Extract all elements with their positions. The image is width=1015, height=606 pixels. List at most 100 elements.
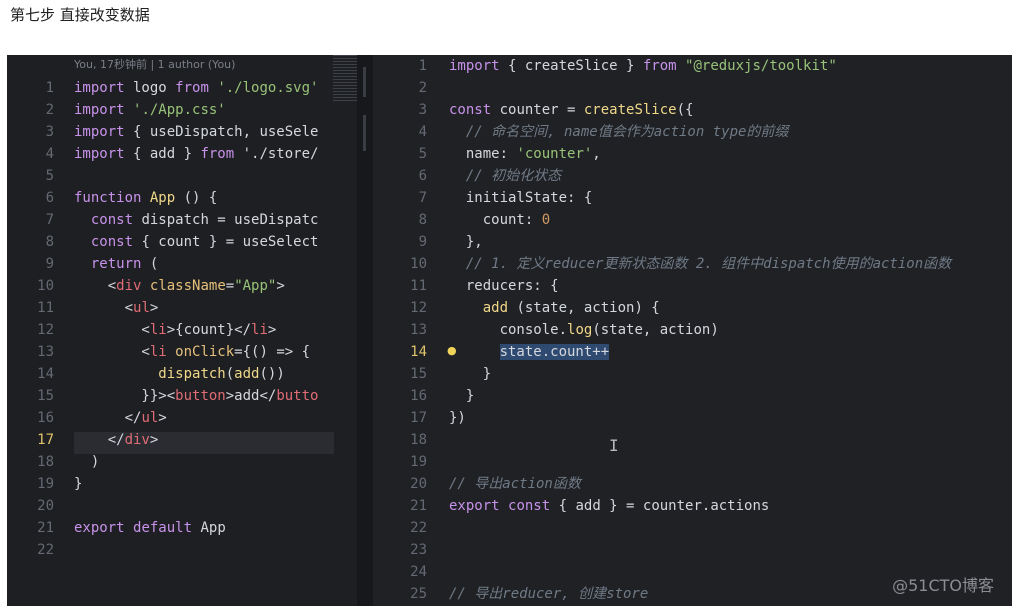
left-code-line[interactable]: 10 <div className="App"> [7,275,285,297]
right-code-line[interactable]: 15 } [373,363,491,385]
right-code-line[interactable]: 24 [373,561,449,583]
line-number: 6 [418,168,427,184]
right-code-line[interactable]: 10 // 1. 定义reducer更新状态函数 2. 组件中dispatch使… [373,253,951,275]
line-number: 20 [37,498,54,514]
right-code-line[interactable]: 13 console.log(state, action) [373,319,719,341]
left-code-line[interactable]: 1 import logo from './logo.svg' [7,77,319,99]
right-code-line[interactable]: 5 name: 'counter', [373,143,601,165]
left-code-line[interactable]: 16 </ul> [7,407,167,429]
left-code-line[interactable]: 6 function App () { [7,187,218,209]
left-code-line[interactable]: 11 <ul> [7,297,158,319]
right-code-line[interactable]: 22 [373,517,449,539]
left-code-line[interactable]: 5 [7,165,74,187]
code-text: name: 'counter', [449,146,601,162]
code-text: import { createSlice } from "@reduxjs/to… [449,58,837,74]
left-code-line[interactable]: 9 return ( [7,253,159,275]
right-code-line[interactable]: 19 [373,451,449,473]
right-code-line[interactable]: 17}) [373,407,466,429]
line-number: 11 [410,278,427,294]
line-number: 4 [418,124,427,140]
left-code-line[interactable]: 4 import { add } from './store/ [7,143,319,165]
code-text: import { add } from './store/ [74,146,319,162]
left-code-line[interactable]: 3 import { useDispatch, useSele [7,121,319,143]
minimap[interactable] [333,55,357,103]
right-code-line[interactable]: 18 [373,429,449,451]
left-code-line[interactable]: 15 }}><button>add</butto [7,385,318,407]
line-number: 8 [45,234,54,250]
left-code-line[interactable]: 8 const { count } = useSelect [7,231,319,253]
code-text: // 导出reducer, 创建store [449,586,649,602]
code-text: dispatch(add()) [158,366,285,382]
line-number: 5 [418,146,427,162]
editor-pane-left[interactable]: You, 17秒钟前 | 1 author (You) 1 import logo… [7,55,357,606]
right-code-line[interactable]: 4 // 命名空间, name值会作为action type的前缀 [373,121,789,143]
right-code-line[interactable]: 25 // 导出reducer, 创建store [373,583,648,605]
right-code-line[interactable]: 1 import { createSlice } from "@reduxjs/t… [373,55,837,77]
line-number: 1 [45,80,54,96]
scrollbar-thumb[interactable] [363,67,366,97]
code-text: import { useDispatch, useSele [74,124,319,140]
code-text: </div> [74,432,159,448]
code-text: <li onClick={() => { [74,344,311,360]
code-text: const { count } = useSelect [90,234,319,250]
pane-divider[interactable] [357,55,373,606]
lightbulb-icon[interactable]: ● [447,345,457,357]
line-number: 10 [410,256,427,272]
line-number: 19 [37,476,54,492]
code-text: function App () { [74,190,218,206]
line-number: 3 [418,102,427,118]
line-number: 21 [37,520,54,536]
code-text: export const { add } = counter.actions [449,498,770,514]
watermark: @51CTO博客 [892,576,994,595]
line-number: 11 [37,300,54,316]
git-blame-info[interactable]: You, 17秒钟前 | 1 author (You) [74,57,235,73]
code-text: // 初始化状态 [449,168,562,184]
left-code-line[interactable]: 17 </div> [7,429,158,451]
right-code-line[interactable]: 9 }, [373,231,483,253]
left-code-line[interactable]: 2 import './App.css' [7,99,226,121]
scroll-marker [363,115,366,151]
line-number: 9 [418,234,427,250]
line-number: 20 [410,476,427,492]
line-number: 1 [418,58,427,74]
line-number: 8 [418,212,427,228]
left-code-line[interactable]: 21 export default App [7,517,226,539]
left-code-line[interactable]: 7 const dispatch = useDispatc [7,209,319,231]
code-text: reducers: { [449,278,559,294]
left-code-line[interactable]: 20 [7,495,74,517]
code-text: count: 0 [449,212,551,228]
line-number: 15 [37,388,54,404]
right-code-line[interactable]: 3 const counter = createSlice({ [373,99,694,121]
right-code-line[interactable]: 12 add (state, action) { [373,297,660,319]
right-code-line[interactable]: 23 [373,539,449,561]
line-number: 13 [37,344,54,360]
right-code-line[interactable]: 2 [373,77,449,99]
right-code-line[interactable]: 7 initialState: { [373,187,593,209]
code-text: // 导出action函数 [449,476,581,492]
code-text: <li>{count}</li> [74,322,277,338]
line-number: 19 [410,454,427,470]
right-code-line[interactable]: 6 // 初始化状态 [373,165,562,187]
right-code-line[interactable]: 8 count: 0 [373,209,551,231]
right-code-line[interactable]: 14 state.count++ [373,341,610,363]
right-code-line[interactable]: 16 } [373,385,474,407]
code-text: console.log(state, action) [449,322,719,338]
code-text: } [449,366,492,382]
code-text: }, [449,234,483,250]
left-code-line[interactable]: 19} [7,473,82,495]
line-number: 22 [37,542,54,558]
line-number: 12 [410,300,427,316]
right-code-line[interactable]: 20 // 导出action函数 [373,473,581,495]
line-number: 25 [410,586,427,602]
code-text: }}><button>add</butto [74,388,319,404]
editor-pane-right[interactable]: 1 import { createSlice } from "@reduxjs/t… [373,55,1012,606]
line-number: 7 [45,212,54,228]
left-code-line[interactable]: 12 <li>{count}</li> [7,319,276,341]
right-code-line[interactable]: 11 reducers: { [373,275,559,297]
left-code-line[interactable]: 22 [7,539,74,561]
line-number: 22 [410,520,427,536]
left-code-line[interactable]: 18 ) [7,451,99,473]
left-code-line[interactable]: 14 dispatch(add()) [7,363,285,385]
right-code-line[interactable]: 21 export const { add } = counter.actions [373,495,769,517]
left-code-line[interactable]: 13 <li onClick={() => { [7,341,310,363]
